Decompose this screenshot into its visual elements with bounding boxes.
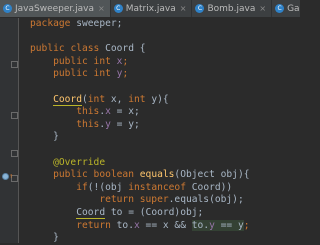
tab-label: JavaSweeper.java (15, 3, 95, 14)
close-icon[interactable]: × (98, 4, 105, 13)
tab-game[interactable]: C Game. (272, 0, 300, 17)
close-icon[interactable]: × (180, 4, 187, 13)
class-icon: C (275, 4, 285, 13)
close-icon[interactable]: × (259, 4, 266, 13)
code-line: Coord to = (Coord)obj; (76, 206, 204, 219)
code-line: public boolean equals(Object obj){ (53, 169, 250, 181)
override-marker-icon[interactable] (2, 173, 9, 180)
tab-label: Game. (287, 3, 300, 14)
code-line: return super.equals(obj); (99, 194, 244, 206)
tab-bomb[interactable]: C Bomb.java × (192, 0, 273, 17)
code-line: return to.x == x && to.y == y; (76, 219, 250, 231)
editor-tab-bar: C JavaSweeper.java × C Matrix.java × C B… (0, 0, 300, 18)
code-line: this.x = x; (76, 106, 140, 118)
code-editor[interactable]: package sweeper; public class Coord { pu… (20, 18, 300, 243)
class-icon: C (113, 4, 123, 13)
code-line: public class Coord { (30, 43, 146, 55)
tab-label: Matrix.java (125, 3, 176, 14)
class-icon: C (3, 4, 12, 13)
code-line: @Override (53, 156, 106, 168)
fold-marker-icon[interactable] (11, 61, 18, 68)
code-line: Coord(int x, int y){ (53, 93, 169, 106)
tab-label: Bomb.java (207, 3, 256, 14)
fold-marker-icon[interactable] (11, 112, 18, 119)
code-line: package sweeper; (30, 18, 123, 29)
code-line: } (53, 131, 59, 143)
code-line: public int x; (53, 55, 129, 67)
override-arrow-icon: ↑ (9, 172, 14, 180)
code-line: if(!(obj instanceof Coord)) (76, 181, 233, 193)
class-icon: C (195, 4, 205, 13)
code-line: public int y; (53, 68, 129, 80)
tab-javasweeper[interactable]: C JavaSweeper.java × (0, 0, 111, 17)
tab-matrix[interactable]: C Matrix.java × (110, 0, 193, 17)
code-line: this.y = y; (76, 118, 140, 130)
fold-marker-icon[interactable] (11, 150, 18, 157)
editor-gutter: ↑ (0, 18, 19, 243)
